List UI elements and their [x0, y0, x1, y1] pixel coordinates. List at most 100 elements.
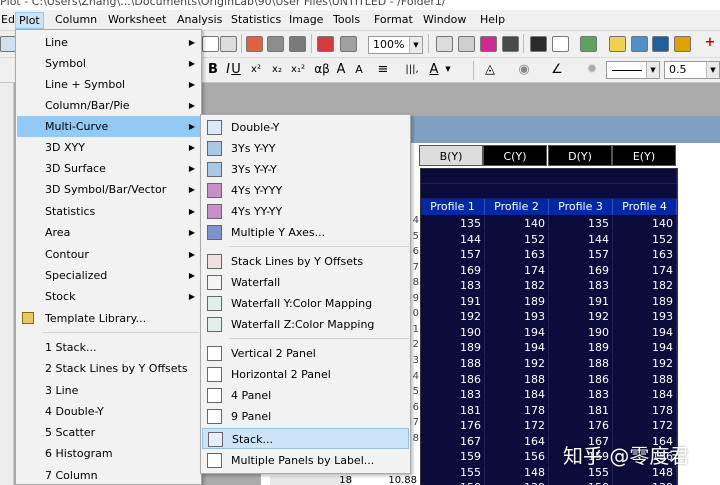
menu-item-template-library[interactable]: Template Library...: [17, 308, 200, 329]
save-icon[interactable]: [202, 36, 219, 52]
tick-marks-button[interactable]: |||,: [400, 60, 424, 80]
data-cell[interactable]: 186: [421, 371, 485, 387]
data-cell[interactable]: 163: [613, 247, 677, 263]
data-cell[interactable]: 192: [613, 355, 677, 371]
supersubscript-button[interactable]: x₁²: [289, 60, 307, 80]
data-cell[interactable]: 191: [421, 293, 485, 309]
subscript-button[interactable]: x₂: [269, 60, 285, 80]
data-cell[interactable]: 194: [485, 340, 549, 356]
submenu-item-4ys-y-yyy[interactable]: 4Ys Y-YYY: [202, 180, 409, 201]
data-cell[interactable]: 182: [485, 278, 549, 294]
data-cell[interactable]: 157: [549, 247, 613, 263]
import-icon[interactable]: [246, 36, 263, 52]
line-color-icon[interactable]: ∠: [548, 60, 566, 80]
menu-item-recent-3[interactable]: 3 Line: [17, 380, 200, 401]
data-cell[interactable]: 193: [613, 309, 677, 325]
data-cell[interactable]: 181: [421, 402, 485, 418]
data-cell[interactable]: 139: [613, 480, 677, 485]
copy-page-icon[interactable]: [458, 36, 475, 52]
data-cell[interactable]: 192: [485, 355, 549, 371]
submenu-item-3ys-y-yy[interactable]: 3Ys Y-YY: [202, 138, 409, 159]
column-header-d[interactable]: D(Y): [548, 145, 612, 166]
data-cell[interactable]: 135: [421, 216, 485, 231]
data-cell[interactable]: 183: [421, 387, 485, 403]
submenu-item-horizontal-2-panel[interactable]: Horizontal 2 Panel: [202, 364, 409, 385]
data-cell[interactable]: 189: [549, 340, 613, 356]
data-cell[interactable]: 192: [549, 309, 613, 325]
data-cell[interactable]: 167: [421, 433, 485, 449]
data-cell[interactable]: 186: [549, 371, 613, 387]
data-cell[interactable]: 194: [485, 324, 549, 340]
code-builder-icon[interactable]: [530, 36, 547, 52]
submenu-item-multiple-y-axes[interactable]: Multiple Y Axes...: [202, 222, 409, 243]
line-style-select[interactable]: ▼: [606, 61, 660, 79]
data-cell[interactable]: 189: [485, 293, 549, 309]
submenu-item-waterfall-z-color[interactable]: Waterfall Z:Color Mapping: [202, 314, 409, 335]
data-cell[interactable]: 182: [613, 278, 677, 294]
column-header-c[interactable]: C(Y): [483, 145, 547, 166]
superscript-button[interactable]: x²: [248, 60, 264, 80]
menu-item-recent-4[interactable]: 4 Double-Y: [17, 401, 200, 422]
data-cell[interactable]: 189: [613, 293, 677, 309]
data-cell[interactable]: 184: [613, 387, 677, 403]
menu-item-3d-symbol-bar-vector[interactable]: 3D Symbol/Bar/Vector ▶: [17, 179, 200, 200]
menu-statistics[interactable]: Statistics: [228, 12, 284, 29]
movie-icon[interactable]: [502, 36, 519, 52]
menu-item-contour[interactable]: Contour ▶: [17, 244, 200, 265]
data-cell[interactable]: 194: [613, 324, 677, 340]
underline-button[interactable]: U: [229, 60, 243, 80]
data-cell[interactable]: 157: [421, 247, 485, 263]
data-cell[interactable]: 169: [421, 262, 485, 278]
submenu-item-9-panel[interactable]: 9 Panel: [202, 406, 409, 427]
layer-icon[interactable]: [480, 36, 497, 52]
data-cell[interactable]: 152: [613, 231, 677, 247]
submenu-item-double-y[interactable]: Double-Y: [202, 117, 409, 138]
data-cell[interactable]: 172: [485, 418, 549, 434]
menu-item-line-symbol[interactable]: Line + Symbol ▶: [17, 74, 200, 95]
data-cell[interactable]: 188: [549, 355, 613, 371]
submenu-item-3ys-y-y-y[interactable]: 3Ys Y-Y-Y: [202, 159, 409, 180]
data-cell[interactable]: 183: [549, 387, 613, 403]
submenu-item-4ys-yy-yy[interactable]: 4Ys YY-YY: [202, 201, 409, 222]
submenu-item-vertical-2-panel[interactable]: Vertical 2 Panel: [202, 343, 409, 364]
data-cell[interactable]: 144: [421, 231, 485, 247]
zoom-select[interactable]: 100% ▼: [368, 36, 423, 54]
data-cell[interactable]: 188: [421, 355, 485, 371]
greek-button[interactable]: αβ: [311, 60, 333, 80]
long-name-cell[interactable]: Profile 3: [549, 199, 613, 215]
project-explorer-icon[interactable]: [580, 36, 597, 52]
print-icon[interactable]: [436, 36, 453, 52]
data-cell[interactable]: 174: [485, 262, 549, 278]
line-width-select[interactable]: 0.5 ▼: [664, 61, 720, 79]
long-name-cell[interactable]: Profile 2: [485, 199, 549, 215]
menu-item-recent-6[interactable]: 6 Histogram: [17, 443, 200, 464]
menu-item-multi-curve[interactable]: Multi-Curve ▶: [17, 116, 200, 137]
submenu-item-waterfall[interactable]: Waterfall: [202, 272, 409, 293]
long-name-cell[interactable]: Profile 4: [613, 199, 677, 215]
data-cell[interactable]: 156: [485, 449, 549, 465]
data-cell[interactable]: 183: [421, 278, 485, 294]
data-cell[interactable]: 159: [421, 449, 485, 465]
data-cell[interactable]: 188: [485, 371, 549, 387]
increase-font-button[interactable]: A: [334, 60, 348, 80]
submenu-item-multiple-panels[interactable]: Multiple Panels by Label...: [202, 450, 409, 471]
menu-worksheet[interactable]: Worksheet: [105, 12, 169, 29]
data-cell[interactable]: 140: [485, 216, 549, 231]
data-cell[interactable]: 140: [613, 216, 677, 231]
menu-item-3d-xyy[interactable]: 3D XYY ▶: [17, 137, 200, 158]
submenu-item-stack[interactable]: Stack...: [202, 428, 409, 449]
data-cell[interactable]: 10.88: [357, 476, 417, 485]
menu-window[interactable]: Window: [420, 12, 469, 29]
data-cell[interactable]: 150: [421, 480, 485, 485]
data-cell[interactable]: 190: [549, 324, 613, 340]
menu-tools[interactable]: Tools: [330, 12, 363, 29]
menu-item-line[interactable]: Line ▶: [17, 32, 200, 53]
data-cell[interactable]: 181: [549, 402, 613, 418]
menu-item-3d-surface[interactable]: 3D Surface ▶: [17, 158, 200, 179]
menu-format[interactable]: Format: [371, 12, 416, 29]
data-cell[interactable]: 139: [485, 480, 549, 485]
add-app-icon[interactable]: +: [700, 33, 720, 53]
menu-item-specialized[interactable]: Specialized ▶: [17, 265, 200, 286]
data-cell[interactable]: 169: [549, 262, 613, 278]
long-name-cell[interactable]: Profile 1: [421, 199, 485, 215]
